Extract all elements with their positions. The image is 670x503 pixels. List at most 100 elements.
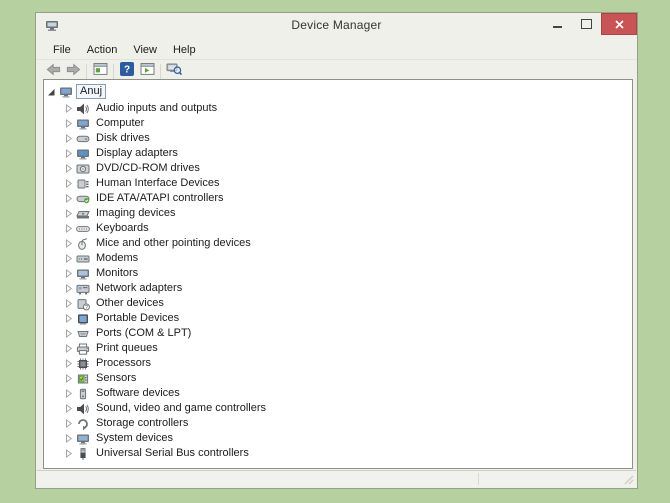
expand-arrow-icon[interactable] bbox=[64, 388, 73, 399]
tree-item-label[interactable]: Display adapters bbox=[93, 147, 181, 160]
expand-arrow-icon[interactable] bbox=[64, 403, 73, 414]
menu-action[interactable]: Action bbox=[79, 42, 126, 58]
desktop: Device Manager File Action View Help ? Anuj… bbox=[0, 0, 670, 503]
tree-row[interactable]: Processors bbox=[44, 356, 632, 371]
speaker-icon bbox=[76, 102, 90, 116]
menu-view[interactable]: View bbox=[125, 42, 165, 58]
expand-arrow-icon[interactable] bbox=[64, 373, 73, 384]
tree-row[interactable]: Print queues bbox=[44, 341, 632, 356]
tree-item-label[interactable]: DVD/CD-ROM drives bbox=[93, 162, 203, 175]
device-tree[interactable]: Anuj Audio inputs and outputs Computer Disk… bbox=[43, 79, 633, 469]
display-adapter-icon bbox=[76, 147, 90, 161]
tree-item-label[interactable]: Other devices bbox=[93, 297, 167, 310]
expand-arrow-icon[interactable] bbox=[64, 223, 73, 234]
expand-arrow-icon[interactable] bbox=[64, 253, 73, 264]
imaging-device-icon bbox=[76, 207, 90, 221]
software-device-icon bbox=[76, 387, 90, 401]
tree-row[interactable]: Imaging devices bbox=[44, 206, 632, 221]
tree-row[interactable]: Software devices bbox=[44, 386, 632, 401]
expand-arrow-icon[interactable] bbox=[64, 328, 73, 339]
toolbar-separator bbox=[113, 63, 114, 80]
expand-arrow-icon[interactable] bbox=[64, 238, 73, 249]
menu-bar: File Action View Help bbox=[36, 40, 637, 60]
tree-item-label[interactable]: Mice and other pointing devices bbox=[93, 237, 254, 250]
expand-arrow-icon[interactable] bbox=[64, 148, 73, 159]
expand-arrow-icon[interactable] bbox=[64, 103, 73, 114]
tree-item-label[interactable]: Processors bbox=[93, 357, 154, 370]
tree-row[interactable]: Disk drives bbox=[44, 131, 632, 146]
tree-root-label[interactable]: Anuj bbox=[76, 84, 107, 99]
tree-row[interactable]: Modems bbox=[44, 251, 632, 266]
tree-row[interactable]: Audio inputs and outputs bbox=[44, 101, 632, 116]
expand-arrow-icon[interactable] bbox=[64, 163, 73, 174]
tree-row[interactable]: Human Interface Devices bbox=[44, 176, 632, 191]
tree-item-label[interactable]: Portable Devices bbox=[93, 312, 182, 325]
window-controls bbox=[543, 13, 637, 35]
expand-arrow-icon[interactable] bbox=[64, 208, 73, 219]
tree-item-label[interactable]: Print queues bbox=[93, 342, 161, 355]
tree-item-label[interactable]: Computer bbox=[93, 117, 147, 130]
expand-arrow-icon[interactable] bbox=[64, 298, 73, 309]
status-divider bbox=[478, 473, 479, 485]
maximize-button[interactable] bbox=[572, 13, 601, 35]
toolbar-separator bbox=[86, 63, 87, 80]
tree-row[interactable]: ? Other devices bbox=[44, 296, 632, 311]
close-button[interactable] bbox=[601, 13, 637, 35]
tree-item-label[interactable]: Ports (COM & LPT) bbox=[93, 327, 194, 340]
tree-row[interactable]: Sound, video and game controllers bbox=[44, 401, 632, 416]
processor-icon bbox=[76, 357, 90, 371]
mouse-icon bbox=[76, 237, 90, 251]
tree-row[interactable]: Mice and other pointing devices bbox=[44, 236, 632, 251]
tree-row[interactable]: Ports (COM & LPT) bbox=[44, 326, 632, 341]
expand-arrow-icon[interactable] bbox=[64, 448, 73, 459]
expand-arrow-icon[interactable] bbox=[64, 118, 73, 129]
expand-arrow-icon[interactable] bbox=[64, 133, 73, 144]
tree-row[interactable]: Computer bbox=[44, 116, 632, 131]
expand-arrow-icon[interactable] bbox=[64, 178, 73, 189]
maximize-icon bbox=[581, 19, 592, 29]
tree-row[interactable]: System devices bbox=[44, 431, 632, 446]
tree-item-label[interactable]: Network adapters bbox=[93, 282, 185, 295]
tree-item-label[interactable]: Software devices bbox=[93, 387, 183, 400]
resize-grip-icon[interactable] bbox=[622, 473, 634, 485]
tree-item-label[interactable]: Disk drives bbox=[93, 132, 153, 145]
title-bar[interactable]: Device Manager bbox=[36, 13, 637, 40]
tree-root-row[interactable]: Anuj bbox=[44, 84, 632, 99]
expand-arrow-icon[interactable] bbox=[64, 418, 73, 429]
tree-row[interactable]: Storage controllers bbox=[44, 416, 632, 431]
expand-arrow-icon[interactable] bbox=[64, 193, 73, 204]
expand-arrow-icon[interactable] bbox=[64, 268, 73, 279]
tree-row[interactable]: Network adapters bbox=[44, 281, 632, 296]
tree-item-label[interactable]: Imaging devices bbox=[93, 207, 179, 220]
menu-help[interactable]: Help bbox=[165, 42, 204, 58]
tree-item-label[interactable]: Audio inputs and outputs bbox=[93, 102, 220, 115]
tree-row[interactable]: Display adapters bbox=[44, 146, 632, 161]
tree-item-label[interactable]: Keyboards bbox=[93, 222, 152, 235]
tree-row[interactable]: Universal Serial Bus controllers bbox=[44, 446, 632, 461]
expand-arrow-icon[interactable] bbox=[64, 433, 73, 444]
tree-item-label[interactable]: System devices bbox=[93, 432, 176, 445]
tree-item-label[interactable]: Universal Serial Bus controllers bbox=[93, 447, 252, 460]
tree-item-label[interactable]: Monitors bbox=[93, 267, 141, 280]
usb-controller-icon bbox=[76, 447, 90, 461]
tree-item-label[interactable]: Storage controllers bbox=[93, 417, 191, 430]
expand-arrow-icon[interactable] bbox=[64, 343, 73, 354]
expand-arrow-icon[interactable] bbox=[64, 358, 73, 369]
expand-arrow-icon[interactable] bbox=[64, 283, 73, 294]
expand-arrow-icon[interactable] bbox=[64, 313, 73, 324]
minimize-button[interactable] bbox=[543, 13, 572, 35]
tree-row[interactable]: Portable Devices bbox=[44, 311, 632, 326]
tree-item-label[interactable]: Sensors bbox=[93, 372, 139, 385]
tree-row[interactable]: IDE ATA/ATAPI controllers bbox=[44, 191, 632, 206]
speaker-icon bbox=[76, 402, 90, 416]
tree-row[interactable]: Keyboards bbox=[44, 221, 632, 236]
tree-item-label[interactable]: Human Interface Devices bbox=[93, 177, 223, 190]
menu-file[interactable]: File bbox=[45, 42, 79, 58]
tree-row[interactable]: DVD/CD-ROM drives bbox=[44, 161, 632, 176]
tree-row[interactable]: Monitors bbox=[44, 266, 632, 281]
tree-item-label[interactable]: IDE ATA/ATAPI controllers bbox=[93, 192, 227, 205]
tree-row[interactable]: Sensors bbox=[44, 371, 632, 386]
collapse-arrow-icon[interactable] bbox=[47, 86, 56, 97]
tree-item-label[interactable]: Sound, video and game controllers bbox=[93, 402, 269, 415]
tree-item-label[interactable]: Modems bbox=[93, 252, 141, 265]
